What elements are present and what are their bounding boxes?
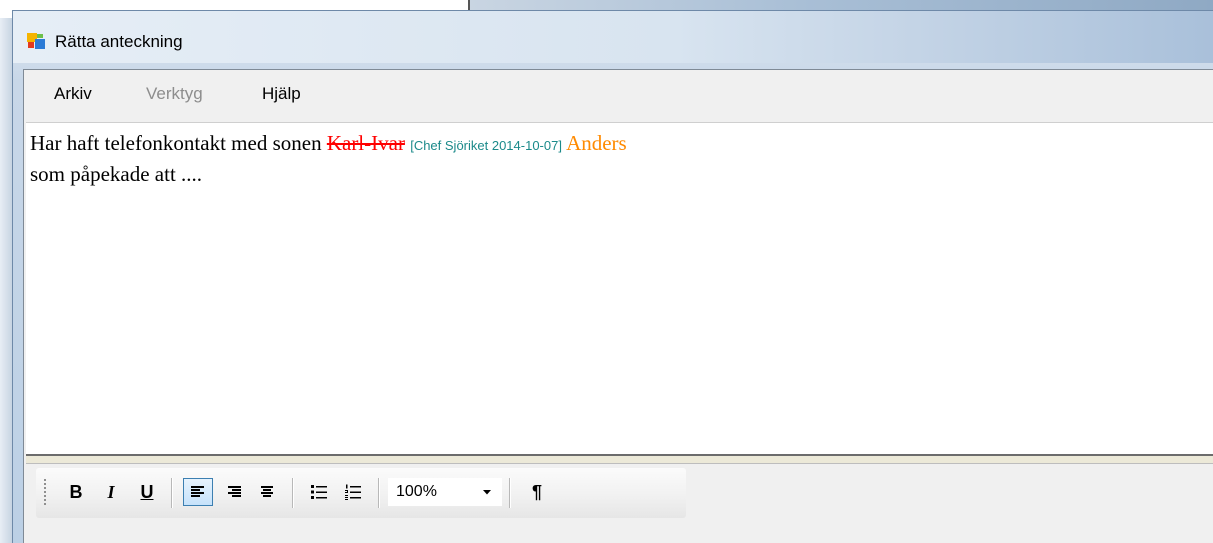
zoom-value: 100% — [396, 483, 437, 500]
change-annotation: [Chef Sjöriket 2014-10-07] — [410, 138, 562, 153]
toolbar-separator — [292, 478, 293, 508]
deleted-text: Karl-Ivar — [326, 131, 405, 155]
align-left-icon — [191, 486, 204, 497]
align-right-icon — [228, 486, 241, 497]
title-bar[interactable]: Rätta anteckning — [13, 11, 1213, 63]
text-line-1: Har haft telefonkontakt med sonen Karl-I… — [30, 129, 1205, 160]
original-text: Har haft telefonkontakt med sonen — [30, 131, 327, 155]
app-icon — [27, 33, 45, 49]
formatting-toolbar: B I U 100% ¶ — [36, 468, 686, 518]
chevron-down-icon — [483, 490, 491, 495]
align-center-icon — [261, 486, 273, 497]
text-line-2: som påpekade att .... — [30, 162, 203, 186]
menu-file[interactable]: Arkiv — [54, 84, 92, 104]
menu-bar: Arkiv Verktyg Hjälp — [24, 70, 1213, 122]
align-center-button[interactable] — [252, 478, 282, 506]
edit-note-window: Rätta anteckning Arkiv Verktyg Hjälp Har… — [12, 10, 1213, 543]
window-title: Rätta anteckning — [55, 32, 183, 51]
bold-button[interactable]: B — [61, 478, 91, 506]
inserted-text: Anders — [566, 131, 627, 155]
menu-tools[interactable]: Verktyg — [146, 84, 203, 104]
rich-text-editor[interactable]: Har haft telefonkontakt med sonen Karl-I… — [26, 122, 1213, 454]
bullet-list-icon — [311, 485, 327, 499]
align-right-button[interactable] — [219, 478, 249, 506]
bullet-list-button[interactable] — [304, 478, 334, 506]
zoom-dropdown[interactable]: 100% — [388, 478, 502, 506]
editor-content: Har haft telefonkontakt med sonen Karl-I… — [30, 129, 1205, 188]
numbered-list-icon — [345, 484, 361, 500]
numbered-list-button[interactable] — [338, 478, 368, 506]
toolbar-grip[interactable] — [44, 479, 46, 507]
window-left-frame — [0, 18, 12, 543]
toolbar-separator — [171, 478, 172, 508]
underline-button[interactable]: U — [132, 478, 162, 506]
italic-button[interactable]: I — [96, 478, 126, 506]
align-left-button[interactable] — [183, 478, 213, 506]
client-area: Arkiv Verktyg Hjälp Har haft telefonkont… — [23, 69, 1213, 543]
show-formatting-button[interactable]: ¶ — [522, 478, 552, 506]
toolbar-separator — [378, 478, 379, 508]
toolbar-separator — [509, 478, 510, 508]
menu-help[interactable]: Hjälp — [262, 84, 301, 104]
splitter-bar[interactable] — [26, 454, 1213, 464]
